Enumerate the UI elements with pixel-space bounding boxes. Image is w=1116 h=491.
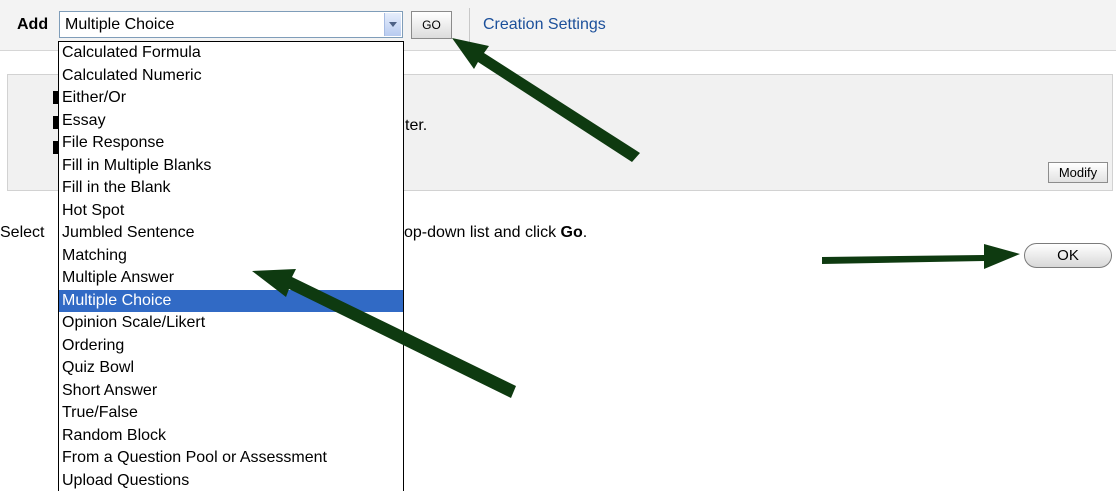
- dropdown-option[interactable]: Quiz Bowl: [59, 357, 403, 380]
- dropdown-option[interactable]: Calculated Formula: [59, 42, 403, 65]
- dropdown-option[interactable]: Opinion Scale/Likert: [59, 312, 403, 335]
- question-type-dropdown-list[interactable]: Calculated Formula Calculated Numeric Eith…: [58, 41, 404, 491]
- dropdown-option[interactable]: Essay: [59, 110, 403, 133]
- dropdown-option[interactable]: Multiple Answer: [59, 267, 403, 290]
- dropdown-option[interactable]: Fill in the Blank: [59, 177, 403, 200]
- question-type-select[interactable]: Multiple Choice: [59, 11, 403, 38]
- dropdown-option[interactable]: Short Answer: [59, 380, 403, 403]
- dropdown-option[interactable]: Fill in Multiple Blanks: [59, 155, 403, 178]
- info-text-fragment: ter.: [405, 117, 428, 134]
- dropdown-option[interactable]: True/False: [59, 402, 403, 425]
- instructions-text: op-down list and click Go.: [404, 224, 587, 242]
- dropdown-option[interactable]: Jumbled Sentence: [59, 222, 403, 245]
- dropdown-option[interactable]: Upload Questions: [59, 470, 403, 491]
- creation-settings-link[interactable]: Creation Settings: [483, 16, 606, 34]
- dropdown-option[interactable]: File Response: [59, 132, 403, 155]
- go-button[interactable]: GO: [411, 11, 452, 39]
- dropdown-option[interactable]: Matching: [59, 245, 403, 268]
- add-label: Add: [17, 16, 49, 33]
- divider: [469, 8, 470, 42]
- dropdown-option[interactable]: Either/Or: [59, 87, 403, 110]
- dropdown-option[interactable]: Hot Spot: [59, 200, 403, 223]
- dropdown-option[interactable]: Ordering: [59, 335, 403, 358]
- ok-button[interactable]: OK: [1024, 243, 1112, 268]
- dropdown-option[interactable]: From a Question Pool or Assessment: [59, 447, 403, 470]
- instructions-period: .: [582, 224, 588, 241]
- select-value: Multiple Choice: [65, 16, 175, 33]
- instructions-suffix: op-down list and click: [404, 224, 561, 241]
- dropdown-option[interactable]: Calculated Numeric: [59, 65, 403, 88]
- dropdown-option[interactable]: Random Block: [59, 425, 403, 448]
- dropdown-option[interactable]: Multiple Choice: [59, 289, 403, 312]
- instructions-go: Go: [560, 224, 583, 241]
- modify-button[interactable]: Modify: [1048, 162, 1108, 183]
- chevron-down-icon[interactable]: [384, 13, 401, 36]
- arrow-to-ok-button: [822, 244, 1020, 269]
- instructions-prefix: Select: [0, 224, 45, 241]
